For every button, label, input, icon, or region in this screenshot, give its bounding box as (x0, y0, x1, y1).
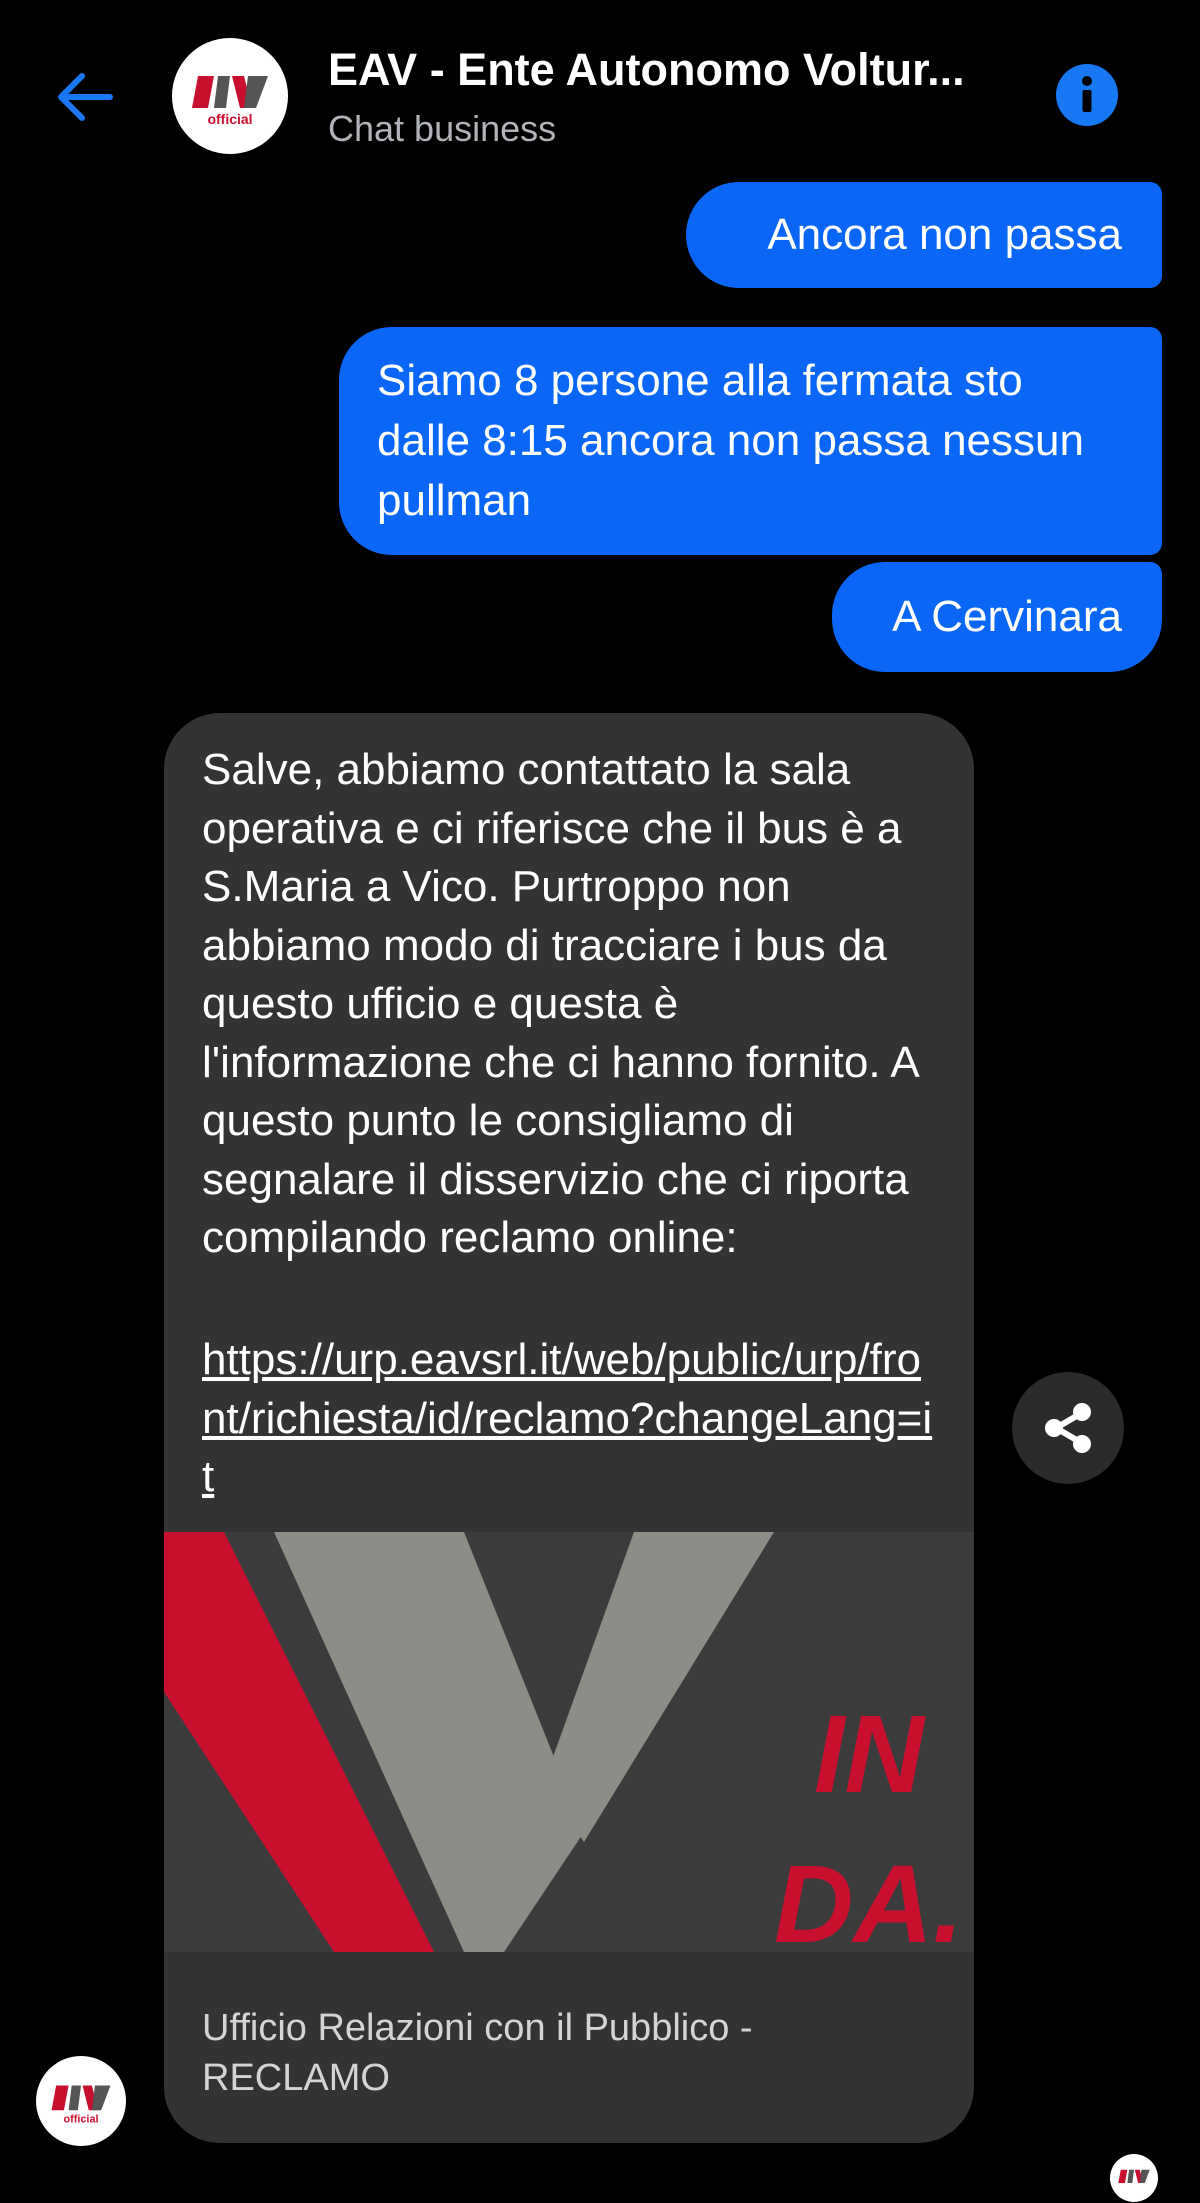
share-icon (1045, 1403, 1091, 1453)
outgoing-message[interactable]: Siamo 8 persone alla fermata sto dalle 8… (339, 327, 1162, 555)
reclamo-link[interactable]: https://urp.eavsrl.it/web/public/urp/fro… (202, 1331, 942, 1507)
outgoing-message[interactable]: Ancora non passa (686, 182, 1162, 288)
outgoing-message[interactable]: A Cervinara (832, 562, 1162, 672)
link-preview-image[interactable]: IN DA. (164, 1532, 974, 1952)
eav-logo: official (51, 2085, 111, 2126)
avatar[interactable]: official (172, 38, 288, 154)
back-button[interactable] (50, 62, 120, 132)
info-icon (1082, 76, 1092, 112)
chat-subtitle: Chat business (328, 108, 557, 149)
logo-sub-text: official (64, 2114, 99, 2126)
read-receipt-avatar (1110, 2154, 1158, 2202)
preview-overlay-text-1: IN (814, 1693, 927, 1816)
arrow-left-icon (58, 73, 113, 121)
link-preview-title[interactable]: Ufficio Relazioni con il Pubblico - RECL… (202, 2003, 942, 2103)
logo-sub-text: official (207, 111, 252, 127)
preview-overlay-text-2: DA. (774, 1843, 963, 1952)
sender-avatar[interactable]: official (36, 2056, 126, 2146)
chat-title[interactable]: EAV - Ente Autonomo Voltur... (328, 44, 1008, 96)
share-button[interactable] (1012, 1372, 1124, 1484)
info-button[interactable] (1056, 64, 1118, 126)
eav-logo: official (192, 76, 268, 127)
incoming-message[interactable]: Salve, abbiamo contattato la sala operat… (164, 713, 974, 2143)
chat-header: official EAV - Ente Autonomo Voltur... C… (0, 0, 1200, 180)
eav-logo (1118, 2169, 1150, 2183)
incoming-message-text: Salve, abbiamo contattato la sala operat… (202, 745, 918, 1262)
eav-banner-graphic: IN DA. (164, 1532, 974, 1952)
